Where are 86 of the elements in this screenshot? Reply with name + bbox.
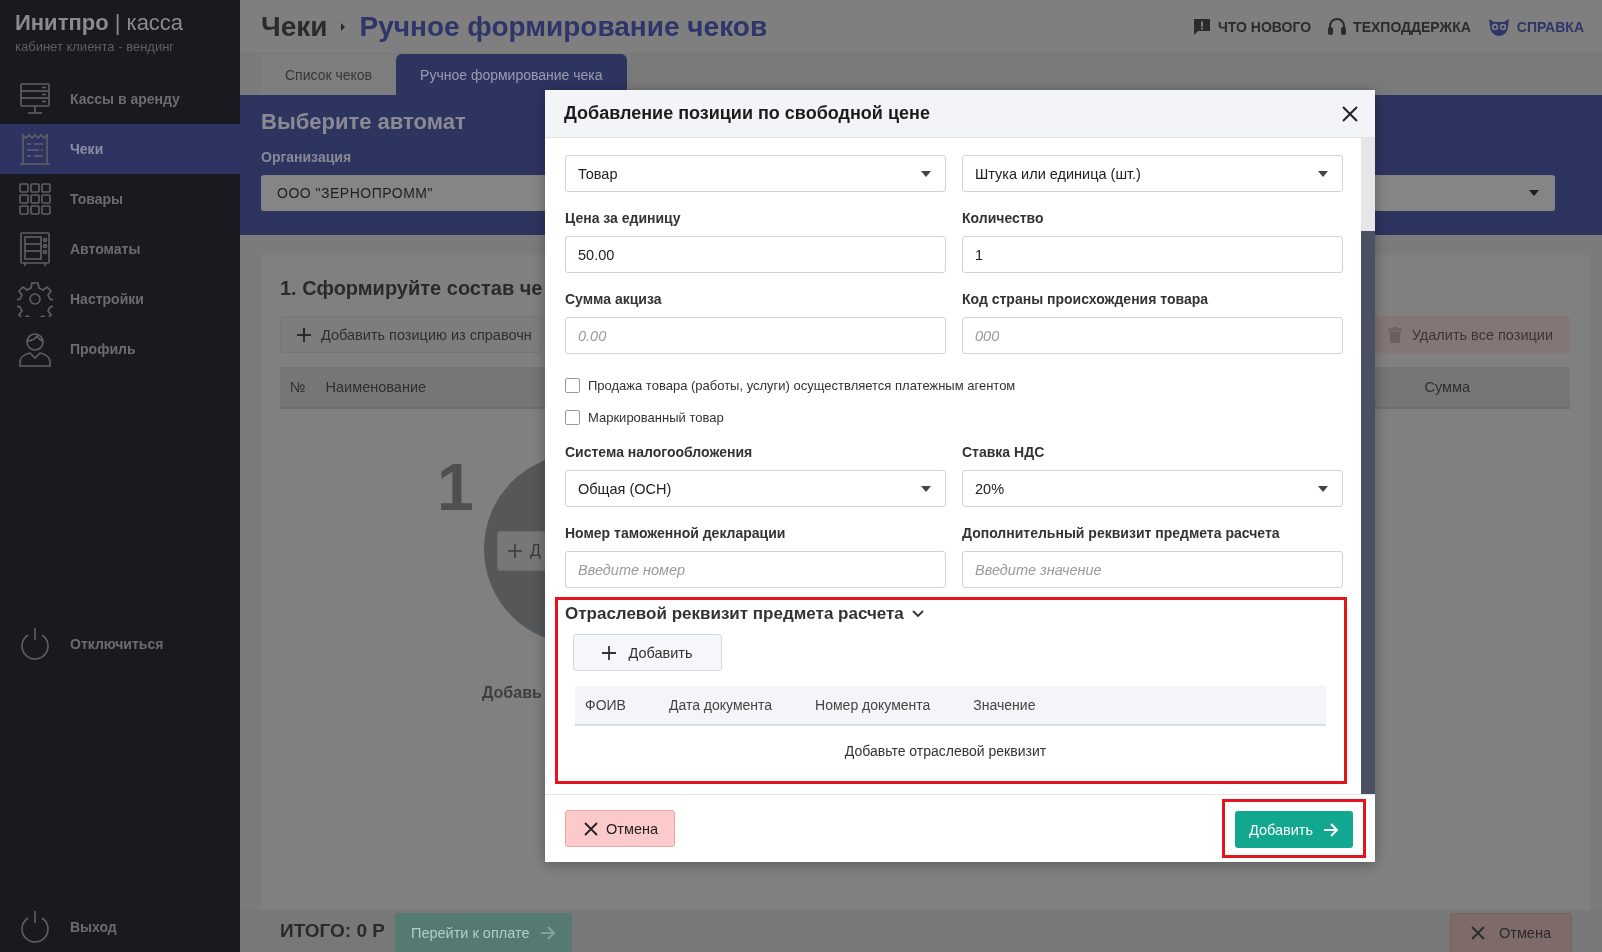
vending-machine-icon [17,231,53,267]
input-field[interactable]: Введите номер [565,551,946,588]
empty-table-text: Добавьте отраслевой реквизит [844,743,1047,759]
pay-button[interactable]: Перейти к оплате [395,913,572,952]
field-label: Сумма акциза [565,291,663,308]
field-label: Количество [962,210,1045,227]
tab[interactable]: Список чеков [261,54,397,95]
chat-alert-icon [1191,16,1212,37]
field-label: Дополнительный реквизит предмета расчета [962,525,1281,542]
input-field[interactable]: 000 [962,317,1343,354]
select-field[interactable]: 20% [962,470,1343,507]
sidebar-item[interactable]: Товары [0,174,240,224]
breadcrumb-link[interactable]: Чеки [261,10,328,43]
trash-icon [1387,326,1402,343]
panel-title: Выберите автомат [261,109,466,135]
submit-button[interactable]: Добавить [1234,811,1353,848]
checkbox[interactable] [565,378,580,393]
caret-icon [1318,170,1328,177]
close-icon[interactable] [1342,105,1358,122]
arrow-right-icon [1323,822,1339,837]
field-label: Система налогообложения [565,444,754,461]
disconnect-item[interactable]: Отключиться [0,619,240,669]
sidebar-item[interactable]: Чеки [0,124,240,174]
total-text: ИТОГО: 0 Р [280,920,385,942]
column-header: Сумма [1424,379,1470,395]
column-header: Номер документа [814,697,932,713]
select-field[interactable]: Общая (ОСН) [565,470,946,507]
column-header: Дата документа [667,697,774,713]
sidebar-item[interactable]: Кассы в аренду [0,74,240,124]
empty-state-text: Добавь [482,684,542,702]
plus-icon [508,544,522,558]
select-field[interactable]: Штука или единица (шт.) [962,155,1343,192]
logout-item[interactable]: Выход [0,902,240,952]
scrollbar[interactable] [1361,138,1375,794]
field-label: Цена за единицу [565,210,682,227]
header-link[interactable]: СПРАВКА [1486,16,1584,37]
input-field[interactable]: Введите значение [962,551,1343,588]
column-header: Наименование [325,379,427,395]
receipt-icon [17,131,53,167]
add-from-catalog-button[interactable]: Добавить позицию из справочн [280,316,542,353]
caret-icon [1318,485,1328,492]
settings-icon [17,281,53,317]
field-label: Организация [261,149,353,165]
close-icon [1470,926,1485,940]
checkbox-label: Продажа товара (работы, услуги) осуществляется платежным агентом [588,378,1016,393]
input-field[interactable]: 0.00 [565,317,946,354]
cancel-button[interactable]: Отмена [1449,913,1572,952]
section-title: 1. Сформируйте состав че [280,277,544,300]
caret-icon [921,170,931,177]
logo-text: Инитпро | касса [15,10,184,36]
field-label: Ставка НДС [962,444,1046,461]
chevron-down-icon [911,610,924,618]
add-button[interactable]: Добавить [573,634,722,671]
owl-icon [1486,16,1511,37]
dialog-title: Добавление позиции по свободной цене [564,103,930,124]
header-link[interactable]: ТЕХПОДДЕРЖКА [1327,16,1471,37]
cancel-button[interactable]: Отмена [565,810,676,847]
sidebar-item[interactable]: Профиль [0,324,240,374]
logo-subtitle: кабинет клиента - вендинг [15,39,175,54]
server-monitor-icon [17,81,53,117]
caret-icon [1529,190,1539,196]
close-icon [584,821,598,836]
headset-icon [1327,16,1348,37]
tab[interactable]: Ручное формирование чека [396,54,627,95]
page-title: Ручное формирование чеков [359,10,768,43]
header-link[interactable]: ЧТО НОВОГО [1191,16,1312,37]
select-field[interactable]: Товар [565,155,946,192]
plus-icon [602,645,617,660]
sidebar-item[interactable]: Автоматы [0,224,240,274]
field-label: Номер таможенной декларации [565,525,787,542]
sidebar-item[interactable]: Настройки [0,274,240,324]
chevron-right-icon [339,20,348,33]
plus-icon [297,327,311,342]
section-toggle[interactable]: Отраслевой реквизит предмета расчета [565,604,924,624]
column-header: ФОИВ [584,697,627,713]
input-field[interactable]: 1 [962,236,1343,273]
arrow-right-icon [539,926,556,940]
checkbox[interactable] [565,410,580,425]
grid-icon [17,181,53,217]
checkbox-label: Маркированный товар [588,410,724,425]
field-label: Код страны происхождения товара [962,291,1210,308]
column-header: № [289,379,307,395]
column-header: Значение [972,697,1037,713]
input-field[interactable]: 50.00 [565,236,946,273]
person-icon [17,331,53,367]
caret-icon [921,485,931,492]
